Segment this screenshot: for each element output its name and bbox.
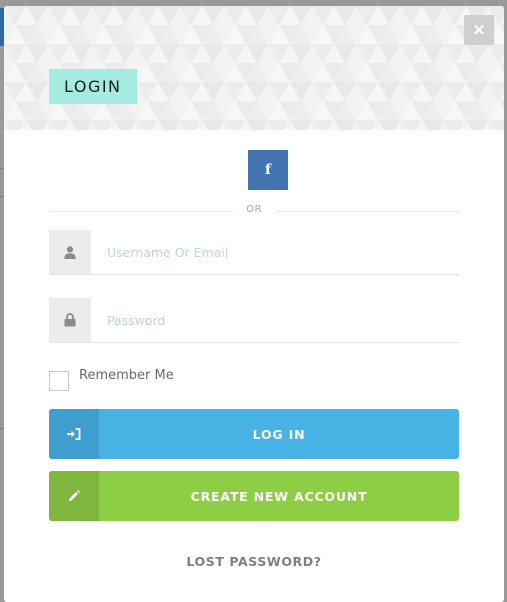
sign-in-icon: [49, 409, 99, 459]
lock-icon: [49, 298, 91, 342]
password-field: [49, 298, 459, 343]
divider-text: OR: [246, 204, 262, 215]
close-button[interactable]: ×: [464, 15, 494, 45]
lost-password-link[interactable]: LOST PASSWORD?: [4, 554, 504, 569]
facebook-login-button[interactable]: f: [248, 150, 288, 190]
username-input[interactable]: [107, 230, 447, 274]
divider-line-right: [275, 211, 459, 212]
login-button-label: LOG IN: [252, 426, 306, 442]
login-button[interactable]: LOG IN: [49, 409, 459, 459]
close-icon: ×: [471, 19, 487, 40]
remember-me: Remember Me: [49, 368, 174, 392]
username-field: [49, 230, 459, 275]
modal-header: [4, 6, 504, 130]
login-modal: × LOGIN f OR Remember Me: [4, 6, 504, 602]
modal-title: LOGIN: [49, 69, 137, 104]
pencil-icon: [49, 471, 99, 521]
divider-line-left: [49, 211, 233, 212]
user-icon: [49, 230, 91, 274]
remember-me-checkbox[interactable]: [49, 371, 69, 391]
create-account-button[interactable]: CREATE NEW ACCOUNT: [49, 471, 459, 521]
header-pattern: [4, 6, 504, 130]
password-input[interactable]: [107, 298, 447, 342]
create-account-button-label: CREATE NEW ACCOUNT: [190, 488, 368, 504]
facebook-icon: f: [264, 162, 272, 178]
remember-me-label: Remember Me: [79, 368, 174, 383]
